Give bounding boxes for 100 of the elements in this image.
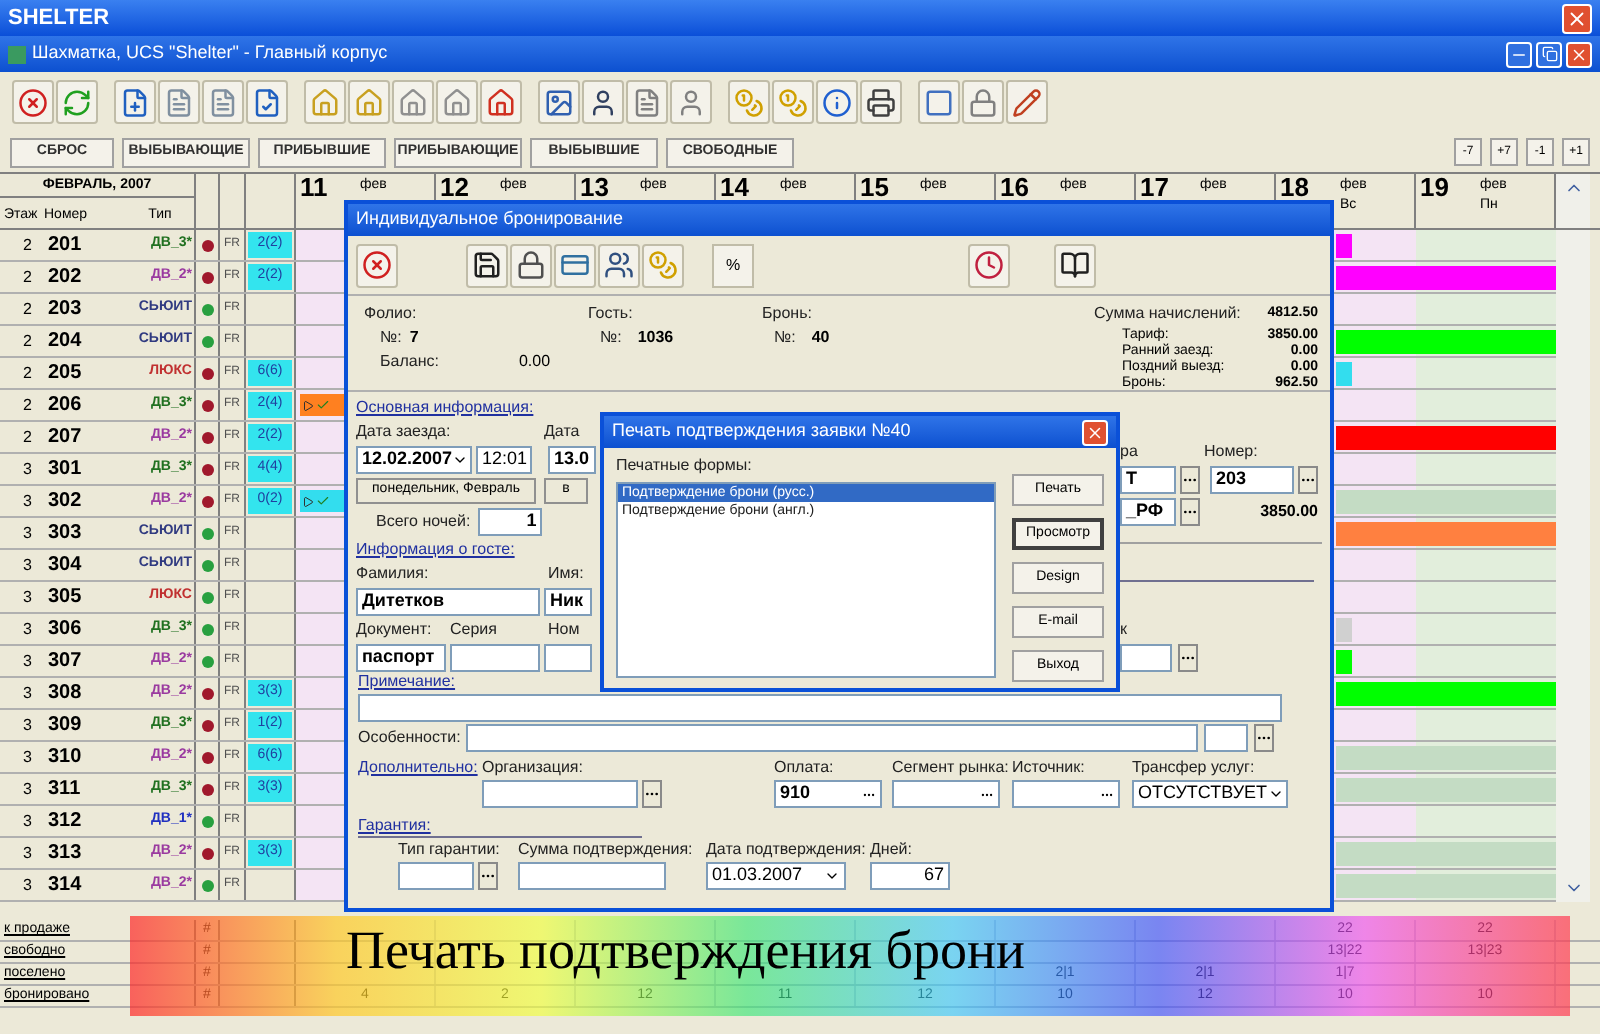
check-icon	[316, 494, 330, 508]
field-label: №:	[774, 328, 796, 348]
printer-icon	[866, 87, 896, 117]
close-button[interactable]	[1082, 419, 1108, 445]
close-icon	[1570, 45, 1588, 63]
caption-text: Печать подтверждения брони	[346, 920, 1025, 982]
features-field[interactable]	[466, 724, 1199, 752]
browse-button[interactable]	[1178, 644, 1198, 672]
field-label: Всего ночей:	[376, 512, 471, 532]
card-icon	[560, 250, 590, 280]
days-field[interactable]: 67	[870, 862, 950, 890]
transfer-select[interactable]: ОТСУТСТВУЕТ	[1132, 780, 1288, 808]
room-number: 301	[48, 456, 84, 484]
floor-cell-text: 2	[21, 297, 32, 321]
name-field[interactable]: Ник	[544, 588, 592, 616]
payment-field[interactable]: 910	[774, 780, 882, 808]
room-field[interactable]: 203	[1210, 466, 1294, 494]
browse-button[interactable]	[1254, 724, 1275, 752]
person-icon	[588, 87, 618, 117]
discount-button[interactable]: %	[712, 243, 754, 287]
toolbar-button[interactable]	[510, 243, 552, 287]
restore-icon	[1541, 46, 1557, 62]
close-icon	[1086, 423, 1104, 441]
sum-field[interactable]	[518, 862, 666, 890]
room-number: 303	[48, 520, 84, 548]
room-number: 313	[48, 840, 84, 868]
room-number: 203	[48, 296, 84, 324]
room-number: 306	[48, 616, 84, 644]
house-icon	[354, 87, 384, 117]
floor-cell-text: 2	[21, 233, 32, 257]
toolbar-button[interactable]	[598, 243, 640, 287]
room-number: 314	[48, 872, 84, 900]
window-icon	[924, 87, 954, 117]
document-field[interactable]: паспорт	[356, 644, 446, 672]
field-label: Трансфер услуг:	[1132, 758, 1257, 778]
room-number: 202	[48, 264, 84, 292]
toolbar-button[interactable]	[860, 80, 902, 124]
field-label: Номер:	[1204, 442, 1258, 462]
floor-cell-text: 3	[21, 553, 32, 577]
section-heading: Примечание:	[358, 672, 458, 692]
guest-number: 1036	[637, 328, 674, 348]
field-label: Ном	[548, 620, 580, 640]
text-field[interactable]	[1204, 724, 1249, 752]
day-number: 13	[580, 174, 611, 200]
dialog-title: Индивидуальное бронирование	[356, 206, 623, 233]
guarantee-field[interactable]	[398, 862, 474, 890]
field-label: Фолио:	[364, 304, 419, 324]
room-number: 307	[48, 648, 84, 676]
series-field[interactable]	[450, 644, 540, 672]
section-heading: Информация о госте:	[356, 540, 517, 560]
floor-cell-text: 2	[21, 265, 32, 289]
rate-field[interactable]: _РФ	[1120, 498, 1176, 526]
number-field[interactable]	[544, 644, 592, 672]
day-number: 14	[720, 174, 751, 200]
field-label: Дата подтверждения:	[706, 840, 862, 860]
browse-button[interactable]	[478, 862, 498, 890]
booking-bar[interactable]	[300, 490, 344, 512]
booking-bar[interactable]	[300, 394, 344, 416]
toolbar-button[interactable]	[466, 243, 508, 287]
floor-cell-text: 3	[21, 457, 32, 481]
source-field[interactable]	[1012, 780, 1120, 808]
surname-field[interactable]: Дитетков	[356, 588, 540, 616]
people-icon	[604, 250, 634, 280]
close-button[interactable]	[1566, 41, 1592, 67]
category-field[interactable]: Т	[1120, 466, 1176, 494]
close-button[interactable]	[1562, 3, 1592, 33]
text-field[interactable]	[1120, 644, 1172, 672]
room-number: 309	[48, 712, 84, 740]
close-icon	[1566, 7, 1588, 29]
booking-number: 40	[811, 328, 830, 348]
field-label: Дата	[544, 422, 580, 442]
date-field[interactable]: 12.02.2007	[356, 446, 472, 474]
segment-field[interactable]	[892, 780, 1000, 808]
field-label: к	[1120, 620, 1127, 640]
restore-button[interactable]	[1536, 41, 1562, 67]
browse-button[interactable]	[1180, 466, 1200, 494]
field-label: Имя:	[548, 564, 584, 584]
person-icon	[676, 87, 706, 117]
browse-button[interactable]	[1298, 466, 1318, 494]
floor-cell-text: 3	[21, 585, 32, 609]
nights-field[interactable]: 1	[478, 508, 543, 536]
scrollbar-button[interactable]	[1556, 174, 1590, 228]
clock-icon	[974, 250, 1004, 280]
minimize-button[interactable]	[1506, 41, 1532, 67]
toolbar-button[interactable]	[1054, 243, 1096, 287]
browse-button[interactable]	[1180, 498, 1200, 526]
browse-button[interactable]	[642, 780, 662, 808]
close-icon	[18, 87, 48, 117]
toolbar-button[interactable]	[582, 80, 624, 124]
note-field[interactable]	[358, 694, 1282, 722]
date-field[interactable]: 01.03.2007	[706, 862, 846, 890]
date-field[interactable]: 13.0	[548, 446, 596, 474]
organization-field[interactable]	[482, 780, 638, 808]
info-icon	[822, 87, 852, 117]
field-label: Фамилия:	[356, 564, 431, 584]
room-number: 204	[48, 328, 84, 356]
field-label: Гость:	[588, 304, 635, 324]
time-field[interactable]: 12:01	[476, 446, 532, 474]
floor-cell-text: 3	[21, 617, 32, 641]
floor-cell-text: 3	[21, 745, 32, 769]
